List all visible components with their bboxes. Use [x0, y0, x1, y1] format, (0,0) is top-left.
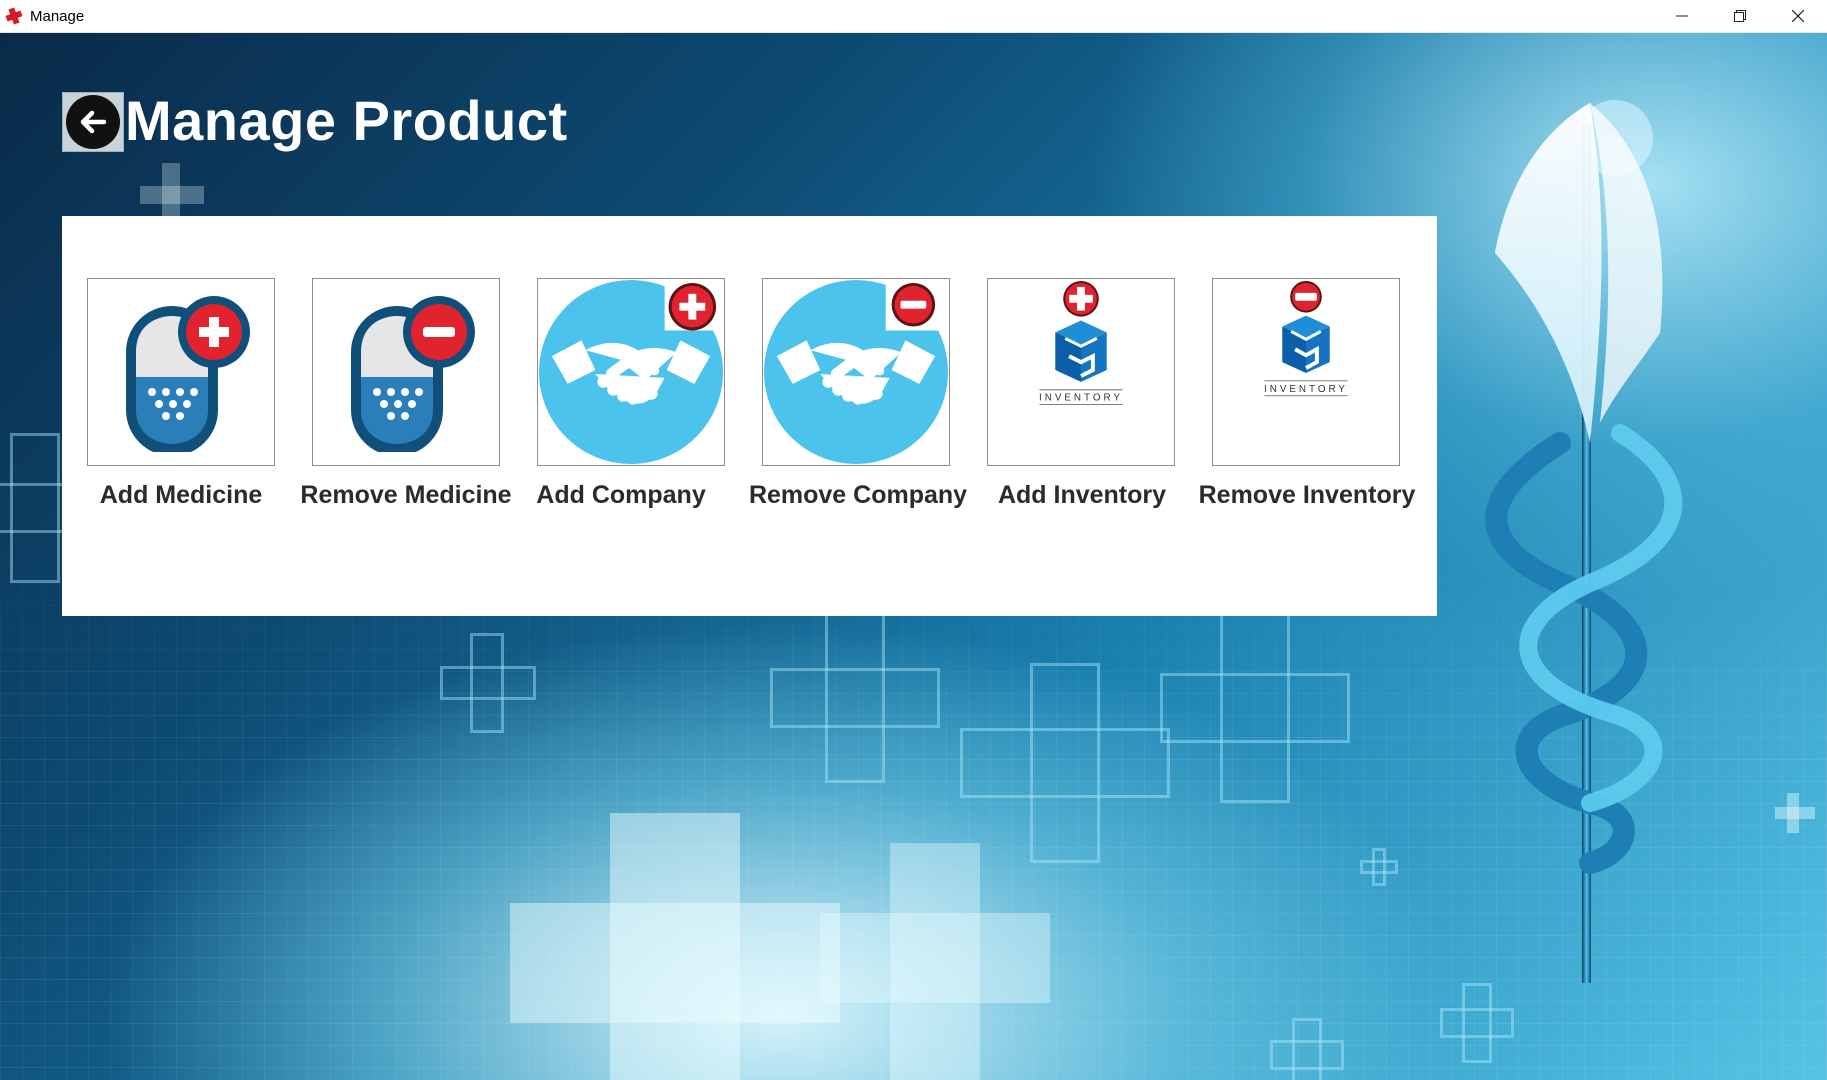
actions-panel: Add Medicine Remove Medicine Add Company…	[62, 216, 1437, 616]
restore-button[interactable]	[1711, 0, 1769, 33]
page-title: Manage Product	[125, 89, 568, 152]
caduceus-staff-icon	[1485, 100, 1683, 983]
handshake-minus-icon	[763, 279, 949, 465]
remove-inventory-label: Remove Inventory	[1198, 481, 1416, 509]
window-controls	[1653, 0, 1827, 33]
back-button[interactable]	[62, 92, 124, 152]
back-arrow-icon	[66, 95, 120, 149]
handshake-plus-icon	[538, 279, 724, 465]
add-medicine-label: Add Medicine	[99, 481, 263, 509]
add-company-button[interactable]	[537, 278, 725, 466]
window-title-bar: Manage	[0, 0, 1827, 33]
add-inventory-button[interactable]: INVENTORY	[987, 278, 1175, 466]
svg-text:INVENTORY: INVENTORY	[1039, 393, 1123, 404]
remove-inventory-button[interactable]: INVENTORY	[1212, 278, 1400, 466]
app-logo-icon	[6, 8, 22, 24]
inventory-box-plus-icon: INVENTORY	[1039, 280, 1123, 406]
add-inventory-label: Add Inventory	[997, 481, 1167, 509]
add-medicine-button[interactable]	[87, 278, 275, 466]
remove-company-label: Remove Company	[748, 481, 968, 509]
minimize-icon	[1676, 15, 1688, 17]
restore-icon	[1734, 10, 1746, 22]
add-company-label: Add Company	[536, 481, 706, 509]
remove-medicine-button[interactable]	[312, 278, 500, 466]
window-title: Manage	[30, 7, 85, 25]
remove-company-button[interactable]	[762, 278, 950, 466]
svg-text:INVENTORY: INVENTORY	[1264, 384, 1348, 395]
remove-medicine-label: Remove Medicine	[300, 481, 512, 509]
capsule-plus-icon	[126, 296, 250, 452]
capsule-minus-icon	[351, 296, 475, 452]
close-button[interactable]	[1769, 0, 1827, 33]
minimize-button[interactable]	[1653, 0, 1711, 33]
close-icon	[1792, 10, 1804, 22]
inventory-box-minus-icon: INVENTORY	[1264, 280, 1348, 397]
